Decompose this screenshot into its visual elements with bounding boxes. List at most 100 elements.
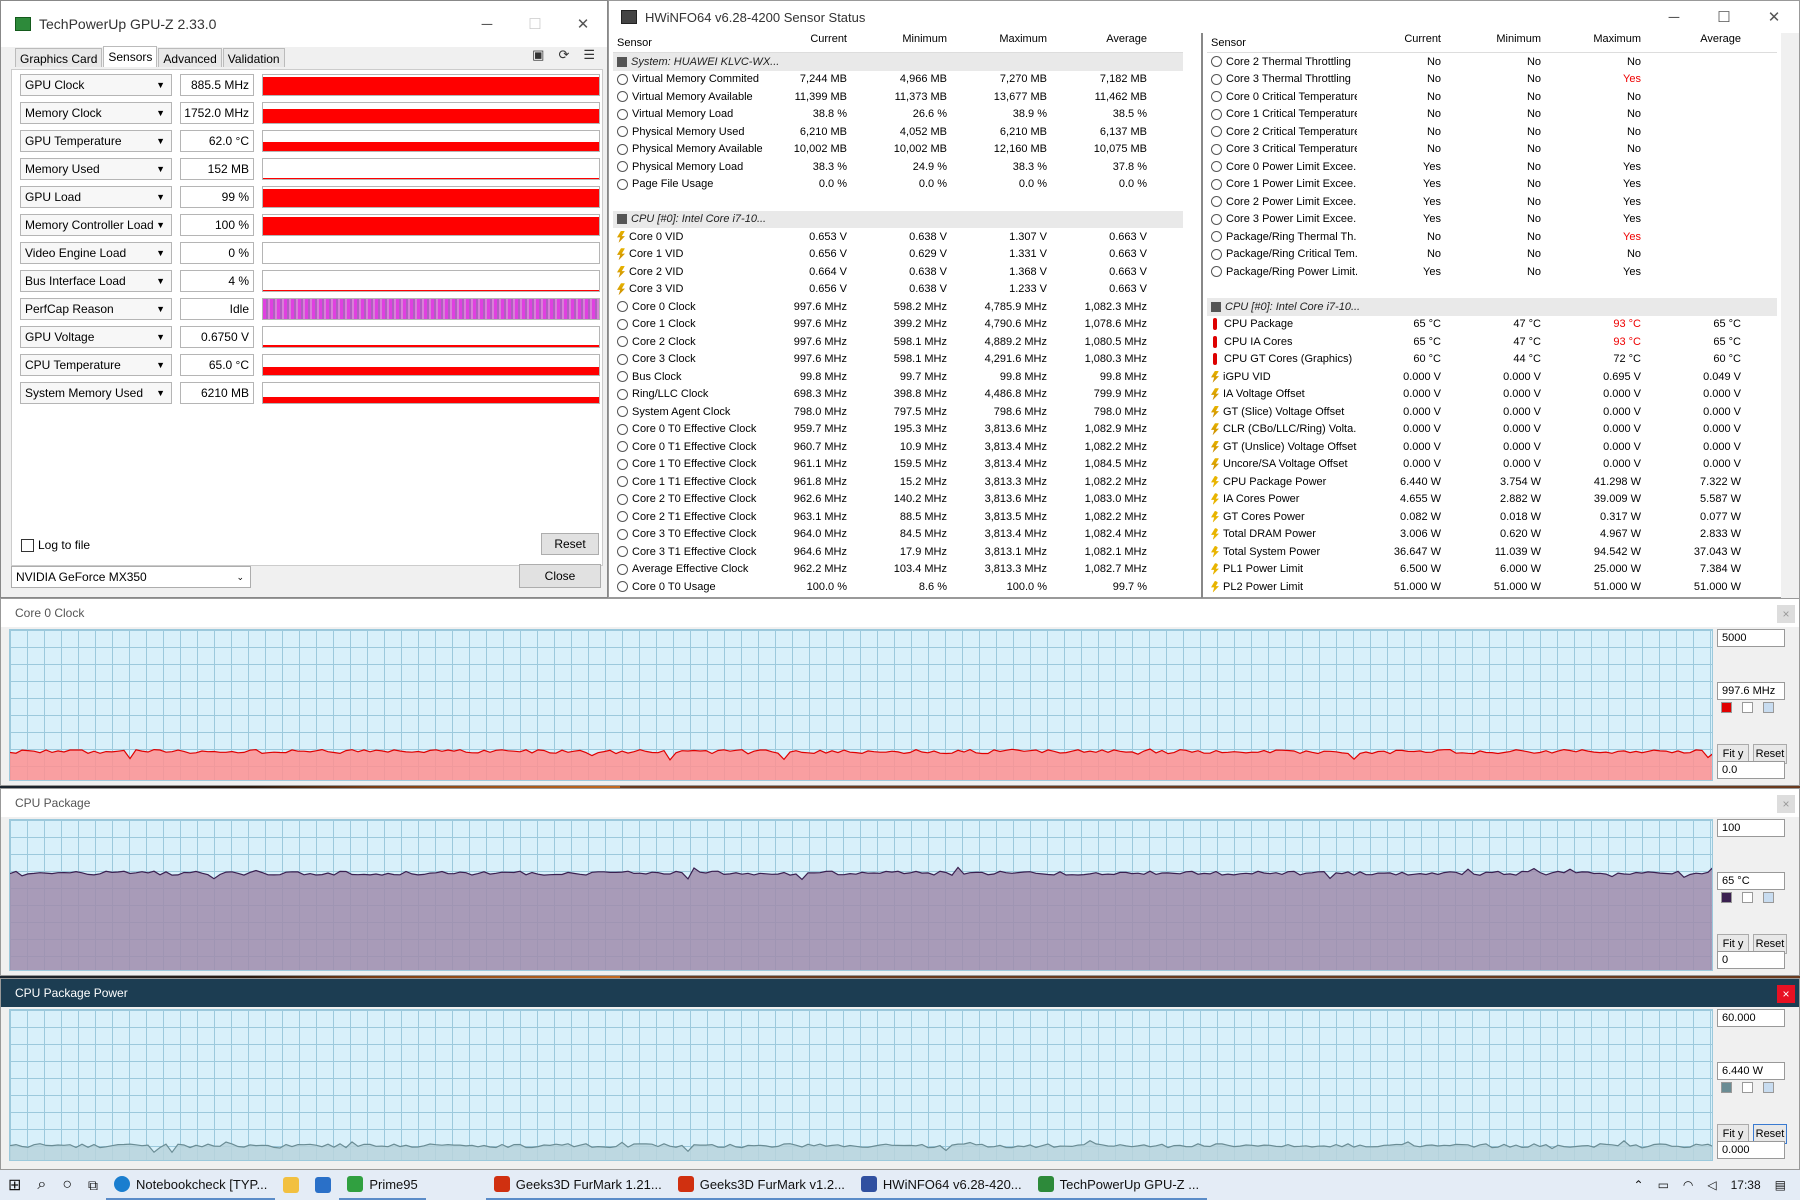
table-row[interactable]: GT Cores Power 0.082 W 0.018 W 0.317 W 0.077… [1207,508,1777,526]
gpuz-titlebar[interactable]: TechPowerUp GPU-Z 2.33.0 ─ ☐ ✕ [1,1,607,47]
tab-sensors[interactable]: Sensors [103,46,158,67]
menu-icon[interactable]: ☰ [583,47,595,63]
table-row[interactable]: Core 1 VID 0.656 V 0.629 V 1.331 V 0.663 V [613,246,1183,264]
close-button[interactable]: Close [519,564,601,588]
clock[interactable]: 17:38 [1731,1178,1761,1192]
sensor-name-select[interactable]: CPU Temperature ▼ [20,354,172,376]
close-icon[interactable]: × [1777,985,1795,1003]
table-row[interactable]: Core 1 Power Limit Excee... Yes No Yes [1207,176,1777,194]
color-swatch[interactable] [1763,1082,1774,1093]
table-row[interactable]: Core 1 T1 Effective Clock 961.8 MHz 15.2 M… [613,473,1183,491]
sensor-name-select[interactable]: Bus Interface Load ▼ [20,270,172,292]
table-row[interactable]: PL2 Power Limit 51.000 W 51.000 W 51.000 W 5… [1207,578,1777,596]
maximize-icon[interactable]: ☐ [1699,1,1749,33]
log-to-file-row[interactable]: Log to file [21,538,90,552]
color-swatch[interactable] [1742,702,1753,713]
table-row[interactable]: Core 1 Critical Temperature No No No [1207,106,1777,124]
table-row[interactable]: Core 3 Power Limit Excee... Yes No Yes [1207,211,1777,229]
table-row[interactable]: Core 3 Clock 997.6 MHz 598.1 MHz 4,291.6 MH… [613,351,1183,369]
graph-max-input[interactable]: 5000 [1717,629,1785,647]
table-row[interactable]: PL1 Power Limit 6.500 W 6.000 W 25.000 W 7.3… [1207,561,1777,579]
chevron-up-icon[interactable]: ⌃ [1634,1178,1644,1192]
column-header[interactable]: Sensor [613,33,763,52]
task-view-button[interactable]: ⧉ [80,1170,106,1200]
table-row[interactable]: Bus Clock 99.8 MHz 99.7 MHz 99.8 MHz 99.8 MH… [613,368,1183,386]
graph-min-input[interactable]: 0 [1717,951,1785,969]
taskbar-item-prime95[interactable]: Prime95 [339,1170,426,1200]
column-header[interactable]: Current [763,33,853,52]
table-row[interactable]: Physical Memory Available 10,002 MB 10,002… [613,141,1183,159]
table-group-row[interactable]: System: HUAWEI KLVC-WX... [613,53,1183,71]
table-row[interactable]: Physical Memory Used 6,210 MB 4,052 MB 6,21… [613,123,1183,141]
minimize-icon[interactable]: ─ [1649,1,1699,33]
table-row[interactable]: Total System Power 36.647 W 11.039 W 94.542… [1207,543,1777,561]
color-swatch[interactable] [1721,702,1732,713]
table-row[interactable]: Core 0 VID 0.653 V 0.638 V 1.307 V 0.663 V [613,228,1183,246]
graph-title[interactable]: CPU Package Power [1,979,1799,1007]
close-icon[interactable]: ✕ [559,1,607,47]
maximize-icon[interactable]: ☐ [511,1,559,47]
table-row[interactable]: CPU Package Power 6.440 W 3.754 W 41.298 W 7… [1207,473,1777,491]
color-swatch[interactable] [1721,892,1732,903]
graph-title[interactable]: Core 0 Clock [1,599,1799,627]
table-row[interactable]: Uncore/SA Voltage Offset 0.000 V 0.000 V 0.… [1207,456,1777,474]
table-row[interactable]: Core 2 Thermal Throttling No No No [1207,53,1777,71]
notification-icon[interactable]: ▤ [1775,1178,1786,1192]
color-swatch[interactable] [1742,892,1753,903]
color-swatch[interactable] [1721,1082,1732,1093]
sensor-name-select[interactable]: Memory Used ▼ [20,158,172,180]
search-button[interactable]: ⌕ [29,1170,54,1200]
table-row[interactable]: Core 0 Power Limit Excee... Yes No Yes [1207,158,1777,176]
color-swatch[interactable] [1763,702,1774,713]
table-row[interactable]: Core 2 T1 Effective Clock 963.1 MHz 88.5 M… [613,508,1183,526]
table-row[interactable]: IA Voltage Offset 0.000 V 0.000 V 0.000 V 0.… [1207,386,1777,404]
table-row[interactable]: Core 2 T0 Effective Clock 962.6 MHz 140.2 … [613,491,1183,509]
column-header[interactable]: Maximum [953,33,1053,52]
gpu-select[interactable]: NVIDIA GeForce MX350 ⌄ [11,566,251,588]
table-row[interactable]: Package/Ring Thermal Th... No No Yes [1207,228,1777,246]
color-swatch[interactable] [1742,1082,1753,1093]
taskbar-item-furmark-2[interactable]: Geeks3D FurMark v1.2... [669,1170,853,1200]
table-row[interactable]: Core 1 Clock 997.6 MHz 399.2 MHz 4,790.6 MH… [613,316,1183,334]
taskbar-item-edge[interactable]: Notebookcheck [TYP... [106,1170,276,1200]
scrollbar[interactable] [1781,33,1799,599]
log-to-file-checkbox[interactable] [21,538,34,552]
table-row[interactable]: Core 0 T0 Effective Clock 959.7 MHz 195.3 … [613,421,1183,439]
table-row[interactable]: Core 3 T0 Effective Clock 964.0 MHz 84.5 M… [613,526,1183,544]
taskbar-item-explorer[interactable] [275,1170,307,1200]
tab-validation[interactable]: Validation [222,48,285,67]
minimize-icon[interactable]: ─ [463,1,511,47]
cortana-button[interactable]: ○ [54,1170,80,1200]
graph-max-input[interactable]: 60.000 [1717,1009,1785,1027]
close-icon[interactable]: × [1777,605,1795,623]
table-row[interactable]: Core 1 T0 Effective Clock 961.1 MHz 159.5 … [613,456,1183,474]
table-row[interactable]: Core 2 Power Limit Excee... Yes No Yes [1207,193,1777,211]
sensor-name-select[interactable]: Video Engine Load ▼ [20,242,172,264]
sensor-name-select[interactable]: PerfCap Reason ▼ [20,298,172,320]
sensor-name-select[interactable]: GPU Clock ▼ [20,74,172,96]
taskbar-item-furmark-1[interactable]: Geeks3D FurMark 1.21... [485,1170,670,1200]
column-header[interactable]: Minimum [1447,33,1547,52]
table-row[interactable]: Virtual Memory Load 38.8 % 26.6 % 38.9 % 38.… [613,106,1183,124]
table-row[interactable]: IA Cores Power 4.655 W 2.882 W 39.009 W 5.58… [1207,491,1777,509]
sensor-name-select[interactable]: GPU Voltage ▼ [20,326,172,348]
taskbar-item-mail[interactable] [307,1170,339,1200]
column-header[interactable]: Average [1053,33,1153,52]
table-row[interactable]: Core 0 Critical Temperature No No No [1207,88,1777,106]
tab-advanced[interactable]: Advanced [158,48,222,67]
graph-min-input[interactable]: 0.000 [1717,1141,1785,1159]
graph-title[interactable]: CPU Package [1,789,1799,817]
taskbar-item-hwinfo[interactable]: HWiNFO64 v6.28-420... [852,1170,1030,1200]
table-group-row[interactable]: CPU [#0]: Intel Core i7-10... [613,210,1183,228]
column-header[interactable]: Sensor [1207,33,1357,52]
sensor-name-select[interactable]: GPU Load ▼ [20,186,172,208]
refresh-icon[interactable]: ⟳ [558,47,569,63]
table-row[interactable]: GT (Slice) Voltage Offset 0.000 V 0.000 V 0… [1207,403,1777,421]
table-row[interactable]: Core 2 Clock 997.6 MHz 598.1 MHz 4,889.2 MH… [613,333,1183,351]
table-group-row[interactable]: CPU [#0]: Intel Core i7-10... [1207,298,1777,316]
sensor-name-select[interactable]: System Memory Used ▼ [20,382,172,404]
table-row[interactable]: CPU GT Cores (Graphics) 60 °C 44 °C 72 °C 60… [1207,351,1777,369]
table-row[interactable]: Core 0 Clock 997.6 MHz 598.2 MHz 4,785.9 MH… [613,298,1183,316]
color-swatch[interactable] [1763,892,1774,903]
close-icon[interactable]: × [1777,795,1795,813]
